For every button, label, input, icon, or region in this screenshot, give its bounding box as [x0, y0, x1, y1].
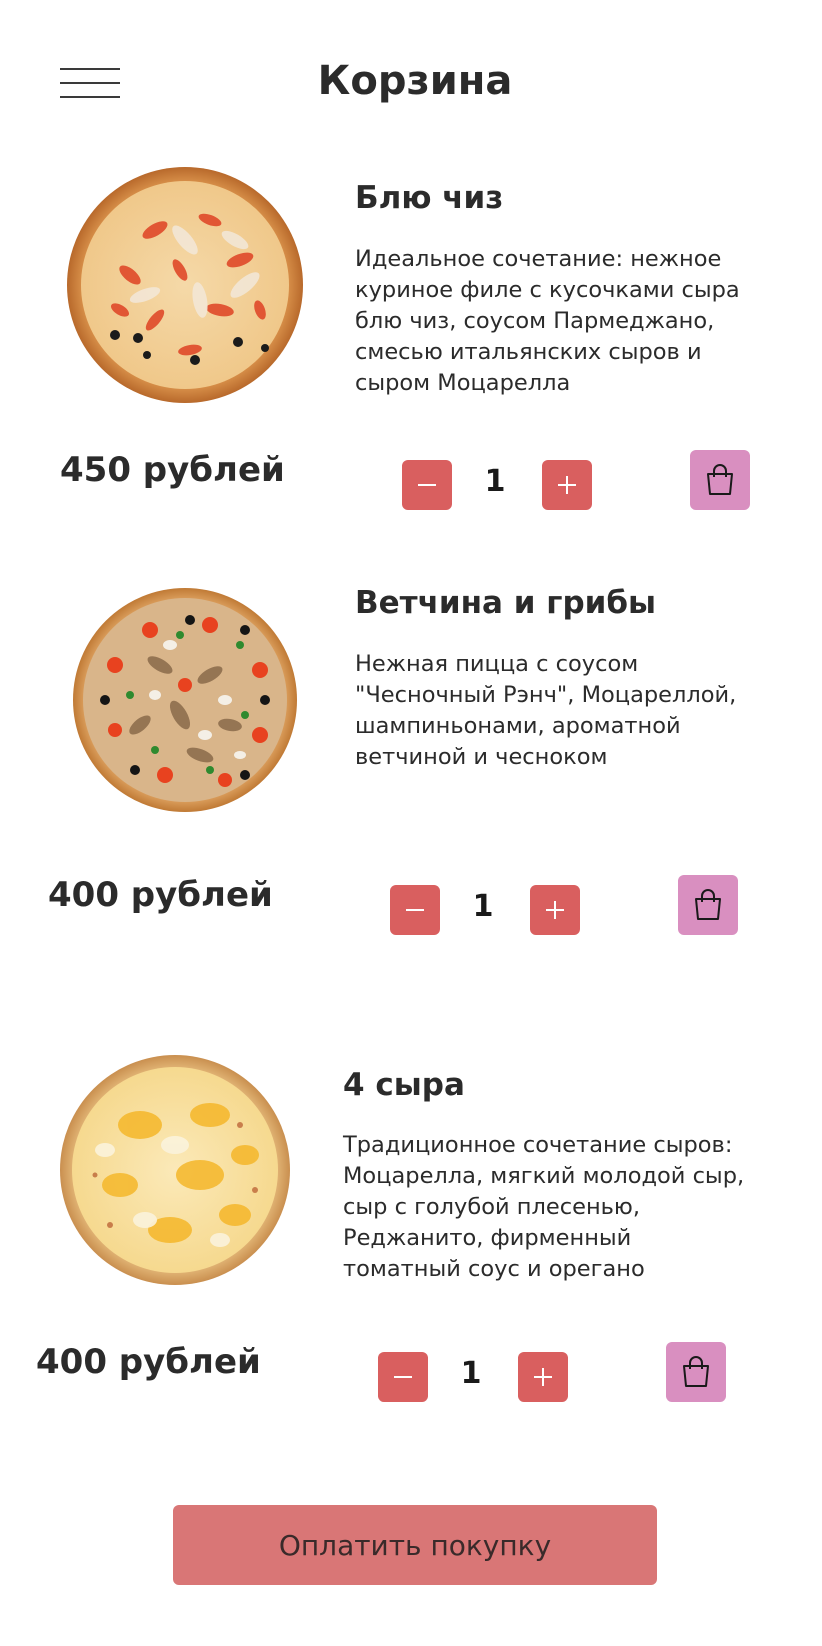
decrease-quantity-button[interactable] — [390, 885, 440, 935]
page-title: Корзина — [317, 58, 513, 104]
item-price: 450 рублей — [60, 450, 285, 490]
item-title: 4 сыра — [343, 1067, 465, 1103]
cart-item: Блю чиз Идеальное сочетание: нежное кури… — [0, 160, 822, 540]
plus-icon — [534, 1368, 552, 1386]
item-price: 400 рублей — [36, 1342, 261, 1382]
pizza-image — [60, 1055, 290, 1285]
quantity-value: 1 — [484, 464, 506, 499]
pay-button[interactable]: Оплатить покупку — [173, 1505, 657, 1585]
item-title: Ветчина и грибы — [355, 585, 657, 621]
item-price: 400 рублей — [48, 875, 273, 915]
pizza-image — [73, 588, 297, 812]
shopping-bag-icon — [707, 464, 733, 495]
plus-icon — [558, 476, 576, 494]
quantity-value: 1 — [472, 889, 494, 924]
shopping-bag-icon — [695, 889, 721, 920]
pizza-image — [67, 167, 303, 403]
plus-icon — [546, 901, 564, 919]
shopping-bag-button[interactable] — [678, 875, 738, 935]
item-description: Традиционное сочетание сыров: Моцарелла,… — [343, 1132, 745, 1282]
item-description: Идеальное сочетание: нежное куриное филе… — [355, 246, 740, 396]
item-title: Блю чиз — [355, 180, 504, 216]
increase-quantity-button[interactable] — [530, 885, 580, 935]
quantity-value: 1 — [460, 1356, 482, 1391]
cart-item: 4 сыра Традиционное сочетание сыров: Моц… — [0, 1045, 822, 1425]
increase-quantity-button[interactable] — [518, 1352, 568, 1402]
cart-item: Ветчина и грибы Нежная пицца с соусом "Ч… — [0, 575, 822, 955]
minus-icon — [418, 484, 436, 486]
shopping-bag-button[interactable] — [666, 1342, 726, 1402]
decrease-quantity-button[interactable] — [378, 1352, 428, 1402]
increase-quantity-button[interactable] — [542, 460, 592, 510]
minus-icon — [394, 1376, 412, 1378]
item-description: Нежная пицца с соусом "Чесночный Рэнч", … — [355, 651, 737, 770]
minus-icon — [406, 909, 424, 911]
decrease-quantity-button[interactable] — [402, 460, 452, 510]
shopping-bag-button[interactable] — [690, 450, 750, 510]
shopping-bag-icon — [683, 1356, 709, 1387]
